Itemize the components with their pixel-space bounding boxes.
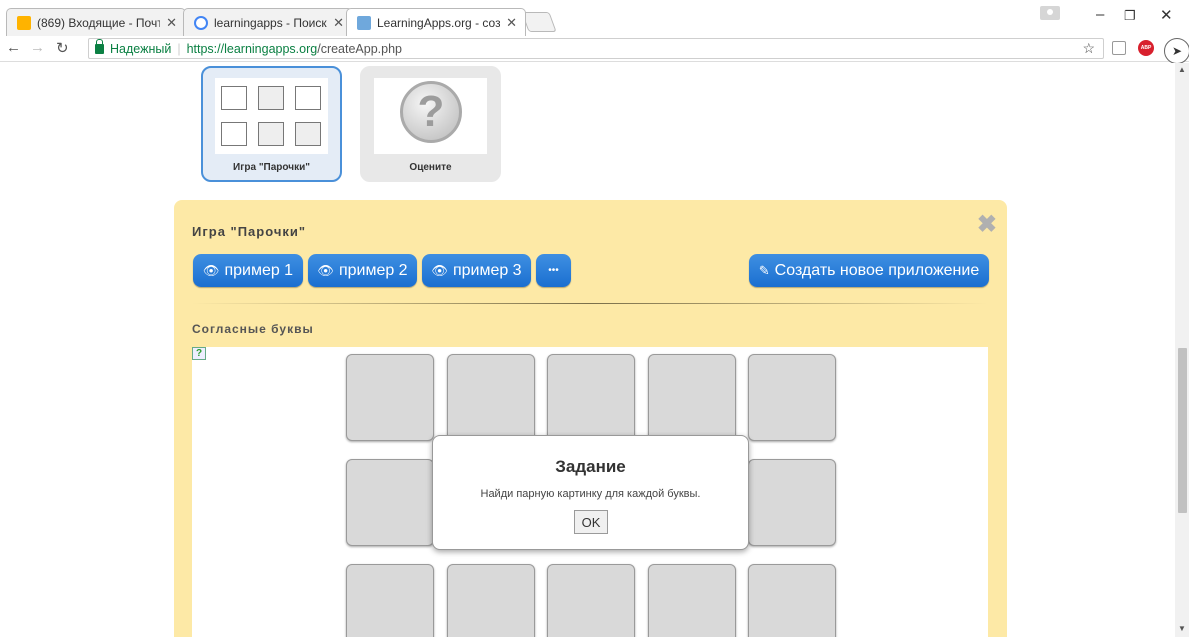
url-host: https://learningapps.org	[186, 41, 318, 56]
profile-icon[interactable]	[1040, 6, 1060, 20]
extension-icon[interactable]	[1112, 41, 1126, 55]
task-dialog: Задание Найди парную картинку для каждой…	[432, 435, 749, 550]
template-card-rate[interactable]: ? Оцените	[360, 66, 501, 182]
url-separator: |	[177, 41, 181, 56]
example-2-button[interactable]: 👁 пример 2	[308, 254, 417, 287]
google-favicon-icon	[194, 15, 208, 30]
memory-card[interactable]	[648, 354, 736, 441]
learningapps-favicon-icon	[357, 15, 371, 30]
scroll-down-icon[interactable]: ▼	[1178, 624, 1186, 633]
memory-card[interactable]	[648, 564, 736, 637]
create-new-app-button[interactable]: ✎ Создать новое приложение	[749, 254, 989, 287]
button-label: пример 3	[452, 261, 522, 279]
rate-thumbnail: ?	[374, 78, 487, 154]
panel-title: Игра "Парочки"	[192, 224, 307, 239]
bookmark-star-icon[interactable]: ☆	[1082, 40, 1095, 57]
tab-title: learningapps - Поиск в	[214, 15, 328, 30]
back-icon[interactable]: ←	[6, 39, 21, 56]
thumb-cell	[221, 122, 247, 146]
section-title: Согласные буквы	[192, 322, 314, 336]
reload-icon[interactable]: ↻	[56, 39, 69, 57]
example-1-button[interactable]: 👁 пример 1	[193, 254, 303, 287]
dialog-text: Найди парную картинку для каждой буквы.	[480, 488, 701, 500]
question-mark-icon: ?	[400, 81, 462, 143]
tab-close-icon[interactable]: ✕	[166, 15, 177, 31]
divider	[192, 303, 987, 304]
memory-card[interactable]	[346, 354, 434, 441]
tab-title: LearningApps.org - созд	[377, 15, 501, 30]
example-3-button[interactable]: 👁 пример 3	[422, 254, 531, 287]
template-card-pairs[interactable]: Игра "Парочки"	[201, 66, 342, 182]
thumb-cell	[221, 86, 247, 110]
button-label: пример 2	[338, 261, 408, 279]
forward-icon[interactable]: →	[30, 39, 45, 56]
memory-card[interactable]	[447, 564, 535, 637]
app-panel: Игра "Парочки" ✖ 👁 пример 1 👁 пример 2 👁 пр…	[174, 200, 1007, 637]
dialog-body: Задание Найди парную картинку для каждой…	[441, 444, 740, 541]
page-content: Игра "Парочки" ? Оцените Игра "Парочки" …	[0, 63, 1175, 637]
mail-favicon-icon	[17, 15, 31, 30]
scroll-up-icon[interactable]: ▲	[1178, 65, 1186, 74]
lock-icon	[95, 38, 104, 54]
pencil-icon: ✎	[758, 262, 770, 278]
thumb-cell	[295, 86, 321, 110]
memory-card[interactable]	[547, 354, 635, 441]
address-bar[interactable]: Надежный | https://learningapps.org /cre…	[88, 38, 1104, 59]
button-label: пример 1	[224, 261, 294, 279]
cursor-extension-icon[interactable]: ➤	[1164, 38, 1189, 64]
eye-icon: 👁	[202, 262, 220, 278]
template-label: Игра "Парочки"	[233, 162, 310, 173]
thumb-cell	[258, 122, 284, 146]
eye-icon: 👁	[317, 262, 334, 278]
tab-search[interactable]: learningapps - Поиск в ✕	[183, 8, 353, 36]
browser-toolbar: ← → ↻ Надежный | https://learningapps.or…	[0, 36, 1189, 62]
tab-title: (869) Входящие - Почта	[37, 15, 161, 30]
adblock-icon[interactable]: ABP	[1138, 40, 1154, 56]
memory-card[interactable]	[748, 564, 836, 637]
memory-card[interactable]	[346, 564, 434, 637]
tab-close-icon[interactable]: ✕	[506, 15, 517, 31]
window-close-icon[interactable]: ✕	[1160, 6, 1173, 24]
memory-card[interactable]	[547, 564, 635, 637]
eye-icon: 👁	[431, 262, 448, 278]
secure-label: Надежный	[110, 41, 172, 56]
more-button[interactable]: •••	[536, 254, 571, 287]
new-tab-button[interactable]	[521, 12, 557, 32]
memory-card[interactable]	[748, 354, 836, 441]
dialog-title: Задание	[555, 457, 626, 476]
page-scrollbar[interactable]: ▲ ▼	[1175, 63, 1189, 637]
restore-icon[interactable]: ❐	[1124, 8, 1136, 24]
thumb-cell	[258, 86, 284, 110]
pairs-thumbnail	[215, 78, 328, 154]
tab-mail[interactable]: (869) Входящие - Почта ✕	[6, 8, 186, 36]
scroll-thumb[interactable]	[1178, 348, 1187, 513]
template-label: Оцените	[409, 162, 452, 173]
help-icon[interactable]: ?	[192, 347, 206, 360]
memory-card[interactable]	[748, 459, 836, 546]
tab-bar: (869) Входящие - Почта ✕ learningapps - …	[0, 0, 1189, 36]
ok-button[interactable]: OK	[574, 510, 608, 534]
thumb-cell	[295, 122, 321, 146]
tab-learningapps[interactable]: LearningApps.org - созд ✕	[346, 8, 526, 36]
tab-close-icon[interactable]: ✕	[333, 15, 344, 31]
panel-close-icon[interactable]: ✖	[977, 210, 997, 239]
minimize-icon[interactable]: –	[1096, 6, 1104, 23]
memory-card[interactable]	[346, 459, 434, 546]
url-path: /createApp.php	[317, 41, 403, 56]
button-label: Создать новое приложение	[774, 261, 980, 279]
memory-card[interactable]	[447, 354, 535, 441]
